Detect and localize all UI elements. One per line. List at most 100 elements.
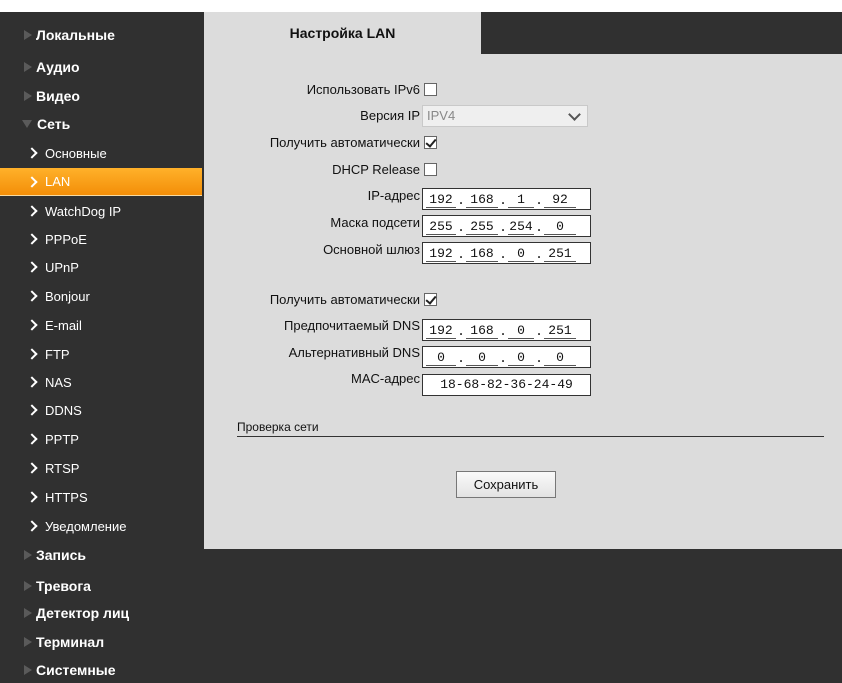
ip-octet[interactable]: 92 [544, 192, 576, 208]
network-check-title[interactable]: Проверка сети [237, 420, 319, 434]
ip-address-label: IP-адрес [367, 188, 420, 203]
expand-arrow-icon [24, 665, 32, 675]
save-button[interactable]: Сохранить [456, 471, 556, 498]
sidebar-item-ddns[interactable]: DDNS [0, 396, 202, 424]
ip-version-select[interactable]: IPV4 [422, 105, 588, 127]
sidebar-item-email[interactable]: E-mail [0, 311, 202, 339]
ip-dot: . [535, 324, 543, 339]
sidebar-category-label: Терминал [36, 634, 105, 650]
sidebar-item-label: WatchDog IP [45, 203, 122, 219]
chevron-right-icon [26, 261, 38, 273]
sidebar-item-pppoe[interactable]: PPPoE [0, 225, 202, 253]
ip-octet[interactable]: 192 [426, 323, 456, 339]
chevron-right-icon [26, 520, 38, 532]
auto-dns-checkbox[interactable] [424, 293, 437, 306]
sidebar-item-upnp[interactable]: UPnP [0, 253, 202, 281]
chevron-right-icon [26, 376, 38, 388]
ip-dot: . [535, 193, 543, 208]
sidebar-item-label: NAS [45, 374, 72, 390]
sidebar-item-label: Уведомление [45, 518, 127, 534]
ip-octet[interactable]: 255 [466, 219, 498, 235]
ip-dot: . [499, 193, 507, 208]
ip-octet[interactable]: 0 [466, 350, 498, 366]
sidebar-item-notification[interactable]: Уведомление [0, 512, 202, 540]
sidebar-item-https[interactable]: HTTPS [0, 483, 202, 511]
auto-ip-checkbox[interactable] [424, 136, 437, 149]
preferred-dns-field[interactable]: 192. 168. 0. 251 [422, 319, 591, 341]
chevron-right-icon [26, 462, 38, 474]
alternate-dns-field[interactable]: 0. 0. 0. 0 [422, 346, 591, 368]
sidebar-item-label: PPTP [45, 431, 79, 447]
sidebar-item-label: E-mail [45, 317, 82, 333]
sidebar-item-lan[interactable]: LAN [0, 168, 202, 196]
ip-octet[interactable]: 192 [426, 192, 456, 208]
sidebar-item-general[interactable]: Основные [0, 139, 202, 167]
sidebar: Локальные Аудио Видео Сеть Основные LAN … [0, 12, 204, 681]
dhcp-release-checkbox[interactable] [424, 163, 437, 176]
ip-octet[interactable]: 0 [426, 350, 456, 366]
sidebar-item-watchdog-ip[interactable]: WatchDog IP [0, 197, 202, 225]
sidebar-item-label: Основные [45, 145, 107, 161]
ip-octet[interactable]: 168 [466, 246, 498, 262]
sidebar-item-bonjour[interactable]: Bonjour [0, 282, 202, 310]
sidebar-item-label: LAN [45, 174, 71, 189]
gateway-label: Основной шлюз [323, 242, 420, 257]
sidebar-category-terminal[interactable]: Терминал [0, 629, 202, 655]
sidebar-category-system[interactable]: Системные [0, 657, 202, 683]
sidebar-category-face-detector[interactable]: Детектор лиц [0, 600, 202, 626]
sidebar-category-video[interactable]: Видео [0, 83, 202, 109]
sidebar-category-label: Видео [36, 88, 80, 104]
chevron-right-icon [26, 433, 38, 445]
sidebar-item-label: RTSP [45, 460, 80, 476]
sidebar-item-ftp[interactable]: FTP [0, 340, 202, 368]
ip-address-field[interactable]: 192. 168. 1. 92 [422, 188, 591, 210]
sidebar-category-alarm[interactable]: Тревога [0, 573, 202, 599]
ip-dot: . [499, 351, 507, 366]
chevron-right-icon [26, 290, 38, 302]
sidebar-category-label: Сеть [37, 116, 71, 132]
sidebar-item-label: HTTPS [45, 489, 88, 505]
ip-octet[interactable]: 251 [544, 323, 576, 339]
chevron-right-icon [26, 147, 38, 159]
ip-octet[interactable]: 0 [544, 219, 576, 235]
ip-octet[interactable]: 168 [466, 323, 498, 339]
top-strip [0, 0, 842, 12]
ip-version-label: Версия IP [360, 108, 420, 123]
sidebar-item-nas[interactable]: NAS [0, 368, 202, 396]
ip-octet[interactable]: 168 [466, 192, 498, 208]
ip-octet[interactable]: 0 [544, 350, 576, 366]
ip-octet[interactable]: 0 [508, 323, 534, 339]
ip-dot: . [457, 351, 465, 366]
ip-octet[interactable]: 0 [508, 350, 534, 366]
chevron-right-icon [26, 348, 38, 360]
sidebar-category-network[interactable]: Сеть [0, 111, 202, 137]
sidebar-category-audio[interactable]: Аудио [0, 54, 202, 80]
mac-address-label: MAC-адрес [351, 371, 420, 386]
ip-dot: . [499, 247, 507, 262]
use-ipv6-checkbox[interactable] [424, 83, 437, 96]
ip-dot: . [457, 324, 465, 339]
ip-octet[interactable]: 0 [508, 246, 534, 262]
use-ipv6-label: Использовать IPv6 [306, 82, 420, 97]
sidebar-item-pptp[interactable]: PPTP [0, 425, 202, 453]
sidebar-category-local[interactable]: Локальные [0, 22, 202, 48]
sidebar-item-label: UPnP [45, 259, 79, 275]
subnet-mask-field[interactable]: 255. 255. 254. 0 [422, 215, 591, 237]
ip-octet[interactable]: 251 [544, 246, 576, 262]
sidebar-category-label: Аудио [36, 59, 80, 75]
ip-octet[interactable]: 255 [426, 219, 456, 235]
gateway-field[interactable]: 192. 168. 0. 251 [422, 242, 591, 264]
sidebar-category-label: Системные [36, 662, 116, 678]
sidebar-category-record[interactable]: Запись [0, 542, 202, 568]
auto-dns-label: Получить автоматически [269, 292, 420, 307]
ip-dot: . [457, 220, 465, 235]
tab-lan-settings[interactable]: Настройка LAN [204, 12, 481, 54]
sidebar-category-label: Детектор лиц [36, 605, 130, 621]
alternate-dns-label: Альтернативный DNS [288, 345, 420, 360]
ip-octet[interactable]: 192 [426, 246, 456, 262]
dhcp-release-label: DHCP Release [332, 162, 420, 177]
ip-octet[interactable]: 254 [508, 219, 534, 235]
ip-octet[interactable]: 1 [508, 192, 534, 208]
expand-arrow-icon [24, 637, 32, 647]
sidebar-item-rtsp[interactable]: RTSP [0, 454, 202, 482]
